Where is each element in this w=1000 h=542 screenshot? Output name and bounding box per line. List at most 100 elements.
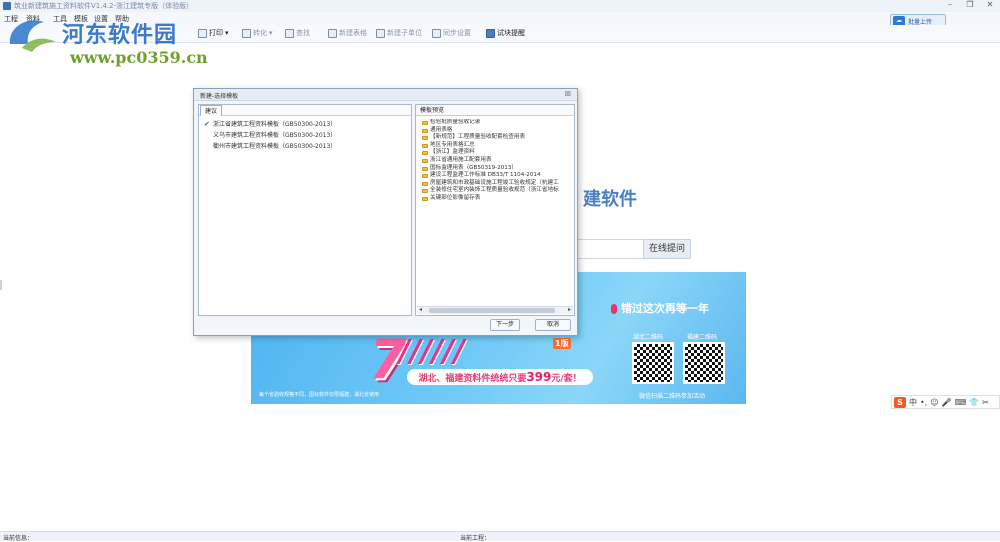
promo-text: 湖北、福建资料件统统只要: [418, 374, 527, 384]
template-preview-pane: 模板预览 检验批质量验收记录 通用表格 【新规范】工程质量验收配套检查用表 地区…: [415, 104, 575, 316]
chevron-down-icon: ▾: [269, 29, 273, 37]
tree-node[interactable]: 检验批质量验收记录: [422, 119, 572, 127]
dialog-close-icon[interactable]: ☒: [565, 90, 571, 98]
tab-suggested[interactable]: 建议: [200, 105, 223, 116]
folder-icon: [422, 128, 428, 133]
convert-button[interactable]: 转化 ▾: [242, 28, 273, 38]
new-table-icon: [328, 28, 337, 38]
new-subunit-label: 新建子单位: [387, 29, 422, 37]
reminder-icon: [486, 28, 495, 38]
slogan-text: 错过这次再等一年: [621, 302, 709, 315]
folder-icon: [422, 174, 428, 179]
next-step-button[interactable]: 下一步: [490, 319, 520, 331]
minimize-button[interactable]: –: [944, 0, 956, 9]
tree-node[interactable]: 【浙江】监理资料: [422, 149, 572, 157]
promo-price: 399: [526, 370, 552, 384]
ime-skin-icon[interactable]: 👕: [969, 398, 979, 407]
watermark-text: 河东软件园: [62, 22, 178, 48]
maximize-button[interactable]: ❐: [964, 0, 976, 9]
ime-keyboard-icon[interactable]: ⌨: [955, 398, 967, 407]
qr-right-label: 福建二维码: [687, 334, 718, 341]
new-subunit-icon: [376, 28, 385, 38]
cancel-button[interactable]: 取消: [535, 319, 571, 331]
watermark-logo-icon: [9, 20, 56, 52]
ime-emoji-icon[interactable]: ☺: [930, 398, 938, 407]
template-label: 衢州市建筑工程资料模板（GB50300-2013）: [213, 143, 337, 150]
scrollbar-thumb[interactable]: [429, 308, 555, 313]
banner-promo: 湖北、福建资料件统统只要399元/套！: [407, 369, 593, 385]
window-controls: – ❐ ✕: [944, 0, 996, 9]
search-icon: [285, 28, 294, 38]
select-template-dialog: 新建-选择模板 ☒ 建议 ✔ 浙江省建筑工程资料模板（GB50300-2013）…: [193, 88, 578, 336]
convert-label: 转化: [253, 29, 267, 37]
dialog-title: 新建-选择模板: [200, 93, 239, 100]
folder-icon: [422, 166, 428, 171]
tree-node[interactable]: 【新规范】工程质量验收配套检查用表: [422, 134, 572, 142]
check-icon: ✔: [204, 120, 210, 128]
find-button[interactable]: 查找: [285, 28, 310, 38]
new-table-label: 新建表格: [339, 29, 367, 37]
tree-node[interactable]: 建设工程监理工作标准 DB33/T 1104-2014: [422, 172, 572, 180]
test-block-reminder-button[interactable]: 试块提醒: [486, 28, 525, 38]
close-button[interactable]: ✕: [984, 0, 996, 9]
scroll-left-arrow-icon[interactable]: ◂: [419, 306, 422, 313]
preview-tree: 检验批质量验收记录 通用表格 【新规范】工程质量验收配套检查用表 地区专用表格汇…: [422, 119, 572, 303]
ime-tools-icon[interactable]: ✂: [982, 398, 989, 407]
scroll-right-arrow-icon[interactable]: ▸: [568, 306, 571, 313]
ime-toolbar: S 中 •, ☺ 🎤 ⌨ 👕 ✂: [891, 395, 1000, 409]
tree-node[interactable]: 全装修住宅室内装饰工程质量验收规范（浙江省地标: [422, 187, 572, 195]
qr-caption: 微信扫描二维码参加活动: [639, 393, 706, 400]
folder-icon: [422, 136, 428, 141]
banner-graphic: //////: [399, 334, 465, 369]
promo-suffix: 元/套！: [551, 374, 582, 384]
folder-icon: [422, 189, 428, 194]
template-list-pane: 建议 ✔ 浙江省建筑工程资料模板（GB50300-2013） 义乌市建筑工程资料…: [198, 104, 412, 316]
new-table-button[interactable]: 新建表格: [328, 28, 367, 38]
tree-node[interactable]: 关键部位影像留存表: [422, 195, 572, 203]
ime-punctuation-icon[interactable]: •,: [920, 398, 927, 407]
folder-icon: [422, 158, 428, 163]
dialog-title-bar[interactable]: 新建-选择模板 ☒: [194, 89, 577, 101]
tree-node[interactable]: 浙江省通用施工配套用表: [422, 157, 572, 165]
template-tab-bar: 建议: [199, 105, 411, 116]
folder-icon: [422, 151, 428, 156]
template-item-zhejiang[interactable]: ✔ 浙江省建筑工程资料模板（GB50300-2013）: [201, 119, 409, 130]
folder-icon: [422, 196, 428, 201]
template-list: ✔ 浙江省建筑工程资料模板（GB50300-2013） 义乌市建筑工程资料模板（…: [201, 119, 409, 152]
background-heading: 建软件: [583, 189, 637, 210]
app-icon: [3, 2, 11, 10]
qr-left-label: 湖北二维码: [633, 334, 664, 341]
splitter-handle[interactable]: [0, 280, 2, 290]
title-bar: 筑业新建筑施工资料软件V1.4.2-浙江建筑专版（体验版） – ❐ ✕: [0, 0, 1000, 12]
watermark-url: www.pc0359.cn: [70, 48, 208, 67]
sync-settings-button[interactable]: 同步设置: [432, 28, 471, 38]
online-question-button[interactable]: 在线提问: [643, 239, 691, 259]
chevron-down-icon: ▾: [225, 29, 229, 37]
print-label: 打印: [209, 29, 223, 37]
qr-code-hubei: [632, 342, 674, 384]
banner-footnote: 每个省验收规格不同，国标软件仅限福建，湖北省使用: [259, 392, 380, 398]
new-subunit-button[interactable]: 新建子单位: [376, 28, 422, 38]
ime-voice-icon[interactable]: 🎤: [942, 398, 952, 407]
folder-icon: [422, 143, 428, 148]
banner-edition-badge: 1版: [553, 338, 571, 349]
preview-header: 模板预览: [416, 105, 574, 116]
ime-chinese-mode[interactable]: 中: [909, 397, 917, 408]
template-label: 义乌市建筑工程资料模板（GB50300-2013）: [213, 132, 337, 139]
sync-icon: [432, 28, 441, 38]
sync-settings-label: 同步设置: [443, 29, 471, 37]
qr-code-fujian: [683, 342, 725, 384]
folder-icon: [422, 121, 428, 125]
preview-horizontal-scrollbar[interactable]: ◂ ▸: [417, 306, 573, 314]
status-bar: 当前信息： 当前工程：: [0, 531, 1000, 542]
banner-slogan: 错过这次再等一年: [611, 300, 709, 316]
reminder-label: 试块提醒: [497, 29, 525, 37]
template-item-quzhou[interactable]: 衢州市建筑工程资料模板（GB50300-2013）: [201, 141, 409, 152]
find-label: 查找: [296, 29, 310, 37]
window-title: 筑业新建筑施工资料软件V1.4.2-浙江建筑专版（体验版）: [14, 2, 194, 10]
template-label: 浙江省建筑工程资料模板（GB50300-2013）: [213, 121, 337, 128]
sogou-logo-icon[interactable]: S: [894, 396, 906, 408]
template-item-yiwu[interactable]: 义乌市建筑工程资料模板（GB50300-2013）: [201, 130, 409, 141]
convert-icon: [242, 28, 251, 38]
folder-icon: [422, 181, 428, 186]
